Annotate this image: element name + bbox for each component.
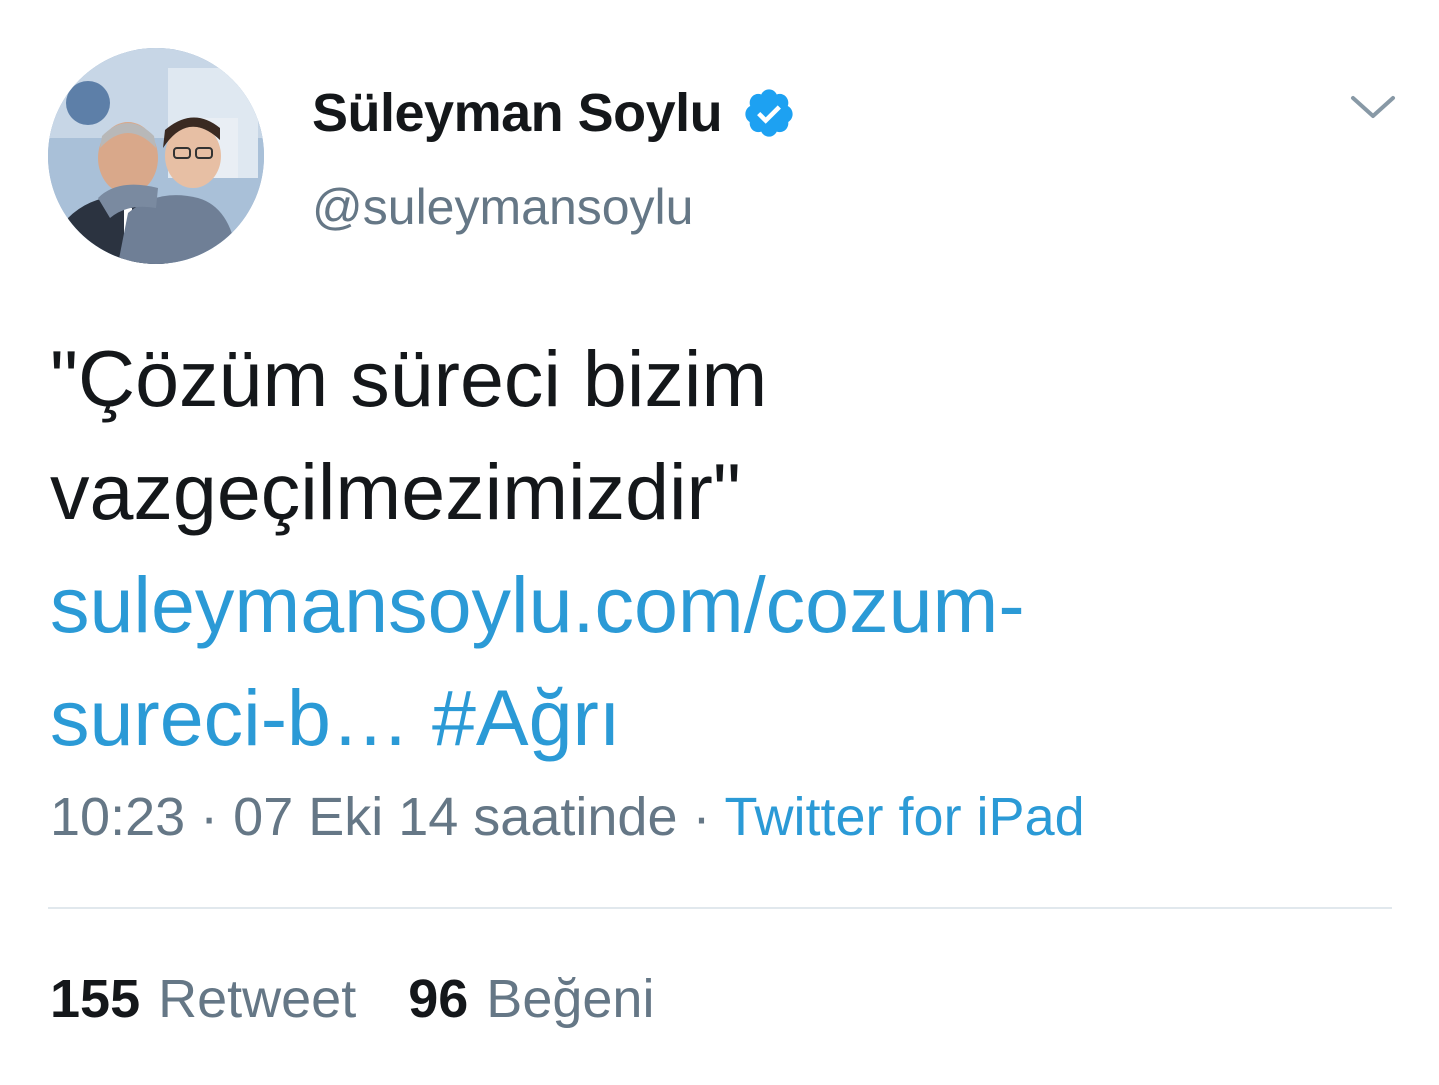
verified-badge-icon xyxy=(745,89,793,137)
tweet-stats: 155 Retweet 96 Beğeni xyxy=(50,968,654,1030)
tweet-time[interactable]: 10:23 xyxy=(50,787,185,847)
avatar[interactable] xyxy=(48,48,264,264)
tweet-link-line-1: suleymansoylu.com/cozum- xyxy=(50,548,1390,661)
meta-separator-2: · xyxy=(692,787,711,847)
tweet-detail: Süleyman Soylu @suleymansoylu "Çözüm sür… xyxy=(0,0,1439,1085)
tweet-link[interactable]: suleymansoylu.com/cozum- xyxy=(50,560,1025,649)
avatar-image xyxy=(48,48,264,264)
tweet-link-continued[interactable]: sureci-b… xyxy=(50,673,410,762)
tweet-date[interactable]: 07 Eki 14 saatinde xyxy=(233,787,677,847)
display-name[interactable]: Süleyman Soylu xyxy=(312,82,723,144)
meta-separator: · xyxy=(200,787,219,847)
like-stat[interactable]: 96 Beğeni xyxy=(408,968,654,1030)
tweet-source-link[interactable]: Twitter for iPad xyxy=(725,787,1085,847)
tweet-text-line-2: vazgeçilmezimizdir" xyxy=(50,447,741,536)
retweet-stat[interactable]: 155 Retweet xyxy=(50,968,356,1030)
tweet-text-line-1: "Çözüm süreci bizim xyxy=(50,334,768,423)
tweet-metadata: 10:23 · 07 Eki 14 saatinde · Twitter for… xyxy=(50,786,1085,848)
retweet-count: 155 xyxy=(50,969,141,1029)
like-count: 96 xyxy=(408,969,469,1029)
tweet-link-line-2: sureci-b… #Ağrı xyxy=(50,661,1390,774)
like-label: Beğeni xyxy=(486,969,655,1029)
author-name-row[interactable]: Süleyman Soylu xyxy=(312,78,796,148)
retweet-label: Retweet xyxy=(158,969,357,1029)
divider xyxy=(48,907,1392,909)
hashtag-link[interactable]: #Ağrı xyxy=(432,673,621,762)
user-handle[interactable]: @suleymansoylu xyxy=(312,178,693,236)
tweet-text: "Çözüm süreci bizim vazgeçilmezimizdir" … xyxy=(50,322,1390,774)
chevron-down-icon[interactable] xyxy=(1348,92,1398,122)
